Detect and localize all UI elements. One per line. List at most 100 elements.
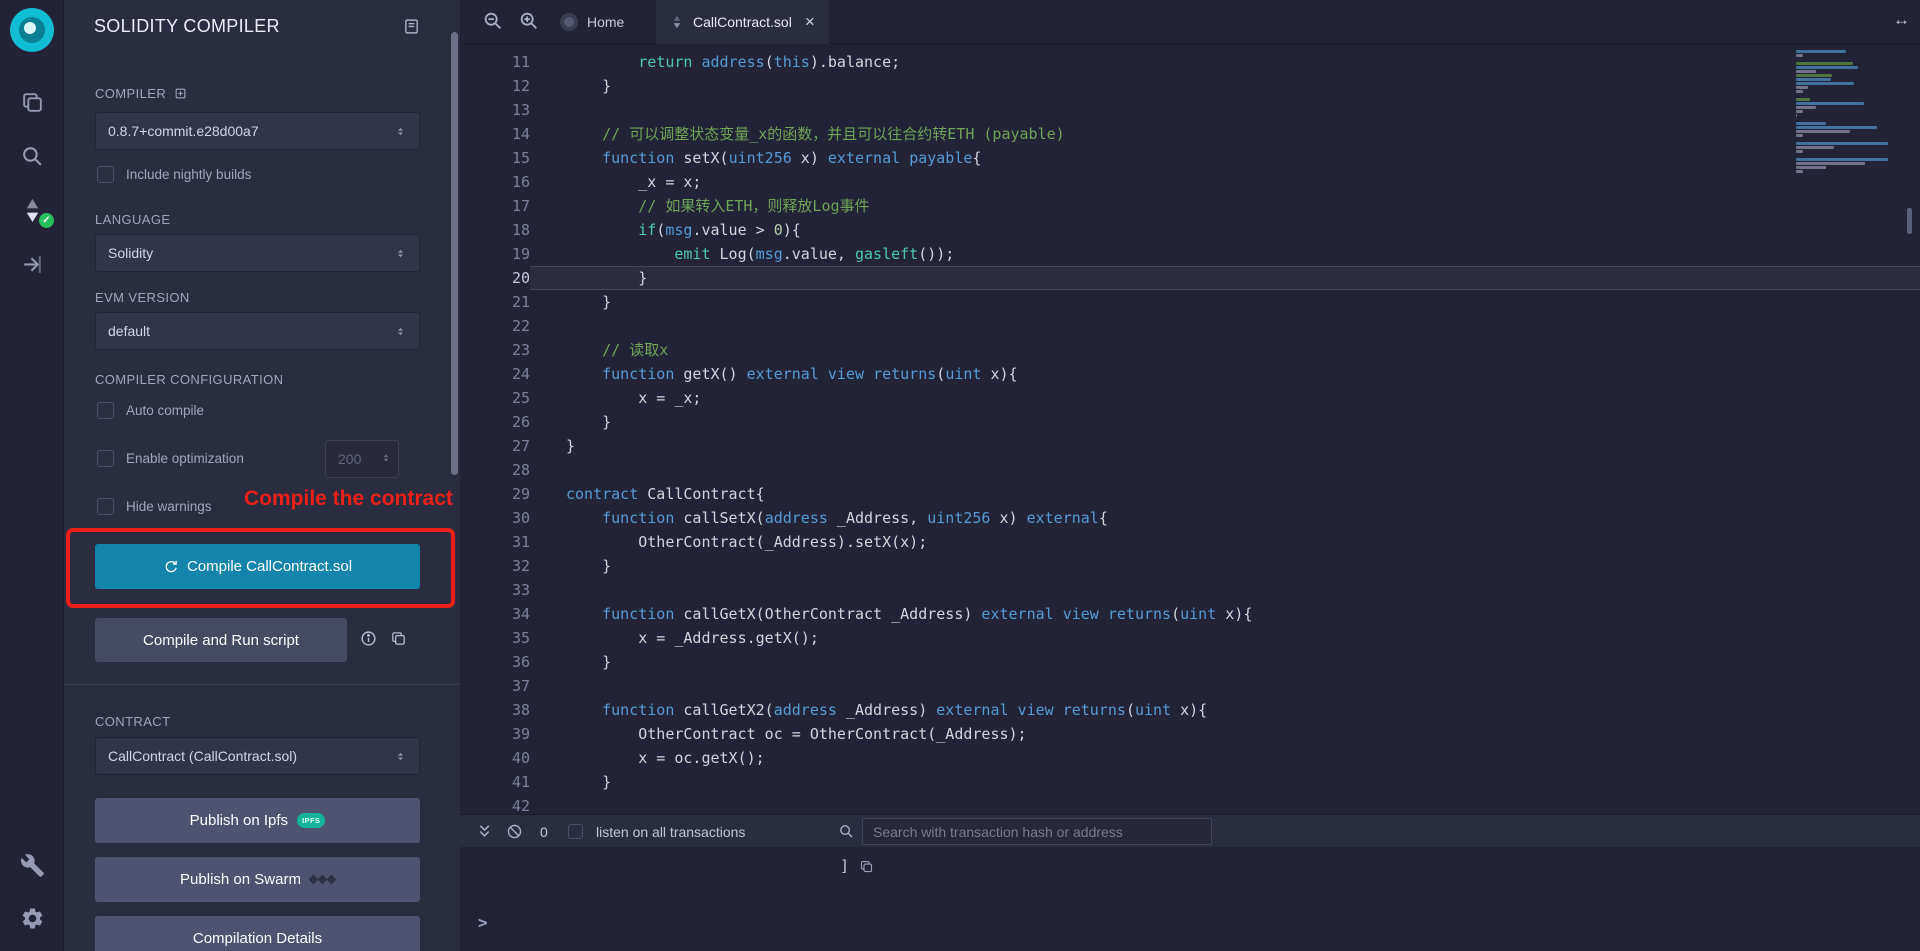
code-line-20[interactable]: 20 }	[460, 266, 1920, 290]
code-line-41[interactable]: 41 }	[460, 770, 1920, 794]
contract-section-label: CONTRACT	[95, 714, 170, 729]
chevron-updown-icon[interactable]	[380, 452, 392, 464]
deploy-run-icon[interactable]	[0, 244, 64, 284]
chevron-updown-icon	[394, 750, 407, 763]
code-line-31[interactable]: 31 OtherContract(_Address).setX(x);	[460, 530, 1920, 554]
section-divider	[64, 684, 460, 685]
language-select[interactable]: Solidity	[95, 234, 420, 272]
code-line-15[interactable]: 15 function setX(uint256 x) external pay…	[460, 146, 1920, 170]
main-area: Home CallContract.sol × ↔ 11 return addr…	[460, 0, 1920, 951]
zoom-out-icon[interactable]	[482, 10, 504, 37]
search-icon[interactable]	[0, 136, 64, 176]
window-resize-icon[interactable]: ↔	[1893, 10, 1910, 30]
auto-compile-label: Auto compile	[126, 403, 204, 418]
include-nightly-checkbox[interactable]	[97, 166, 114, 183]
solidity-compiler-panel: SOLIDITY COMPILER COMPILER 0.8.7+commit.…	[64, 0, 460, 951]
info-icon[interactable]	[360, 630, 377, 652]
sidepanel-scrollbar[interactable]	[451, 32, 458, 475]
code-line-30[interactable]: 30 function callSetX(address _Address, u…	[460, 506, 1920, 530]
code-line-33[interactable]: 33	[460, 578, 1920, 602]
code-line-28[interactable]: 28	[460, 458, 1920, 482]
code-line-32[interactable]: 32 }	[460, 554, 1920, 578]
code-line-21[interactable]: 21 }	[460, 290, 1920, 314]
code-line-12[interactable]: 12 }	[460, 74, 1920, 98]
search-icon[interactable]	[838, 815, 855, 848]
compile-button[interactable]: Compile CallContract.sol	[95, 544, 420, 589]
editor-tabbar: Home CallContract.sol × ↔	[460, 0, 1920, 44]
editor-scrollbar[interactable]	[1907, 208, 1912, 234]
code-line-13[interactable]: 13	[460, 98, 1920, 122]
editor-minimap[interactable]	[1796, 50, 1892, 178]
code-line-39[interactable]: 39 OtherContract oc = OtherContract(_Add…	[460, 722, 1920, 746]
auto-compile-row: Auto compile	[97, 402, 204, 419]
publish-ipfs-button[interactable]: Publish on Ipfs IPFS	[95, 798, 420, 843]
code-line-34[interactable]: 34 function callGetX(OtherContract _Addr…	[460, 602, 1920, 626]
code-line-38[interactable]: 38 function callGetX2(address _Address) …	[460, 698, 1920, 722]
publish-swarm-button[interactable]: Publish on Swarm	[95, 857, 420, 902]
zoom-in-icon[interactable]	[518, 10, 540, 37]
code-line-29[interactable]: 29contract CallContract{	[460, 482, 1920, 506]
remix-ide-window: ✓ SOLIDITY COMPILER COMPILER 0.8.7+commi…	[0, 0, 1920, 951]
enable-optimization-label: Enable optimization	[126, 451, 244, 466]
copy-icon[interactable]	[859, 859, 874, 874]
transaction-search-input[interactable]	[862, 818, 1212, 845]
remix-home-icon	[560, 13, 578, 31]
contract-select[interactable]: CallContract (CallContract.sol)	[95, 737, 420, 775]
compile-and-run-button[interactable]: Compile and Run script	[95, 618, 347, 662]
solidity-file-icon	[670, 15, 684, 29]
code-line-14[interactable]: 14 // 可以调整状态变量_x的函数，并且可以往合约转ETH (payable…	[460, 122, 1920, 146]
compile-success-check-icon: ✓	[39, 213, 54, 228]
plugin-wrench-icon[interactable]	[0, 845, 64, 885]
code-line-22[interactable]: 22	[460, 314, 1920, 338]
tab-file-label: CallContract.sol	[693, 14, 792, 30]
enable-optimization-checkbox[interactable]	[97, 450, 114, 467]
hide-warnings-row: Hide warnings	[97, 498, 212, 515]
double-chevron-down-icon[interactable]	[476, 815, 493, 848]
code-line-23[interactable]: 23 // 读取x	[460, 338, 1920, 362]
terminal-prompt[interactable]: >	[478, 913, 488, 932]
evm-version-select[interactable]: default	[95, 312, 420, 350]
enable-optimization-row: Enable optimization	[97, 450, 244, 467]
panel-title: SOLIDITY COMPILER	[94, 16, 280, 37]
code-line-26[interactable]: 26 }	[460, 410, 1920, 434]
compiler-version-select[interactable]: 0.8.7+commit.e28d00a7	[95, 112, 420, 150]
code-line-27[interactable]: 27}	[460, 434, 1920, 458]
code-line-19[interactable]: 19 emit Log(msg.value, gasleft());	[460, 242, 1920, 266]
code-line-18[interactable]: 18 if(msg.value > 0){	[460, 218, 1920, 242]
docs-book-icon[interactable]	[403, 18, 420, 40]
tab-callcontract-sol[interactable]: CallContract.sol ×	[656, 0, 829, 44]
compilation-details-button[interactable]: Compilation Details	[95, 916, 420, 951]
code-line-35[interactable]: 35 x = _Address.getX();	[460, 626, 1920, 650]
activity-iconbar: ✓	[0, 0, 64, 951]
solidity-compiler-icon[interactable]: ✓	[0, 190, 64, 230]
tab-home[interactable]: Home	[546, 0, 638, 44]
code-line-11[interactable]: 11 return address(this).balance;	[460, 50, 1920, 74]
remix-logo[interactable]	[10, 8, 54, 52]
file-explorer-icon[interactable]	[0, 82, 64, 122]
code-line-42[interactable]: 42	[460, 794, 1920, 814]
transaction-count: 0	[540, 815, 548, 848]
code-line-40[interactable]: 40 x = oc.getX();	[460, 746, 1920, 770]
chevron-updown-icon	[394, 247, 407, 260]
code-line-16[interactable]: 16 _x = x;	[460, 170, 1920, 194]
include-nightly-label: Include nightly builds	[126, 167, 251, 182]
code-line-25[interactable]: 25 x = _x;	[460, 386, 1920, 410]
terminal-output-line: ]	[840, 857, 874, 875]
auto-compile-checkbox[interactable]	[97, 402, 114, 419]
swarm-icon	[310, 876, 335, 883]
copy-icon[interactable]	[390, 630, 407, 652]
ban-icon[interactable]	[506, 815, 523, 848]
compiler-config-label: COMPILER CONFIGURATION	[95, 372, 283, 387]
compiler-info-icon[interactable]	[174, 87, 187, 100]
close-icon[interactable]: ×	[805, 12, 815, 32]
listen-all-checkbox[interactable]	[568, 815, 583, 848]
code-editor[interactable]: 11 return address(this).balance;12 }13 1…	[460, 44, 1920, 814]
terminal-output[interactable]: ] >	[460, 847, 1920, 951]
code-line-36[interactable]: 36 }	[460, 650, 1920, 674]
language-section-label: LANGUAGE	[95, 212, 170, 227]
settings-gear-icon[interactable]	[0, 898, 64, 938]
code-line-24[interactable]: 24 function getX() external view returns…	[460, 362, 1920, 386]
code-line-17[interactable]: 17 // 如果转入ETH，则释放Log事件	[460, 194, 1920, 218]
hide-warnings-checkbox[interactable]	[97, 498, 114, 515]
code-line-37[interactable]: 37	[460, 674, 1920, 698]
